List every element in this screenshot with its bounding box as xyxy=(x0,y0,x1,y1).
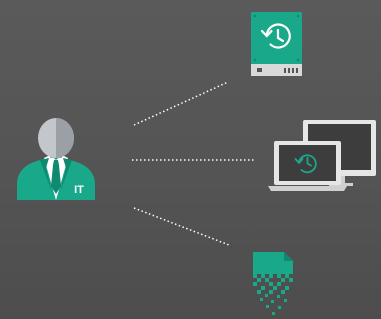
drive-screw xyxy=(296,14,300,18)
file-pixels xyxy=(253,274,293,315)
illustration-canvas: IT xyxy=(17,12,376,315)
drive-screw xyxy=(296,58,300,62)
person-head-shade xyxy=(56,118,74,158)
hard-drive-backup-icon xyxy=(251,12,302,76)
computer-backup-icon xyxy=(268,120,376,191)
connector-line-file xyxy=(133,207,230,246)
drive-screw xyxy=(253,14,257,18)
drive-body xyxy=(251,12,302,64)
it-person-icon: IT xyxy=(17,118,95,200)
drive-screw xyxy=(253,58,257,62)
backup-illustration: IT xyxy=(0,0,381,319)
corrupted-file-icon xyxy=(253,252,293,315)
laptop-base xyxy=(268,186,347,191)
it-badge-label: IT xyxy=(74,184,84,196)
file-corner-fold xyxy=(284,252,293,261)
connector-lines xyxy=(132,81,254,246)
connector-line-drive xyxy=(133,81,229,126)
